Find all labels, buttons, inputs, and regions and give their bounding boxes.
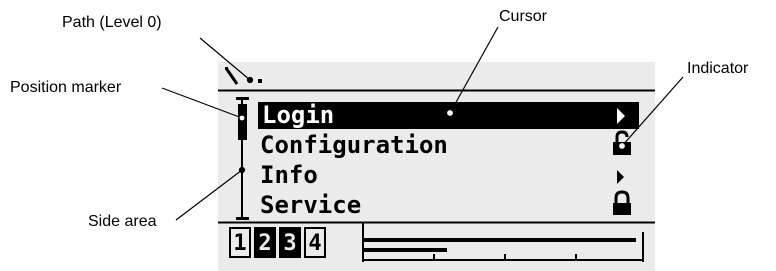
cursor-leader-line bbox=[449, 26, 499, 114]
scrollbar-bottom-cap bbox=[236, 217, 249, 220]
position-marker bbox=[238, 104, 247, 140]
path-level-dot bbox=[258, 79, 262, 83]
hmi-menu-diagram: Path (Level 0) Cursor Indicator Position… bbox=[0, 0, 776, 271]
status-bar-gauge bbox=[362, 223, 644, 262]
indicator-leader-dot bbox=[617, 141, 627, 151]
diagram-overlay bbox=[161, 26, 684, 262]
path-display bbox=[224, 67, 262, 85]
indicator-leader-line bbox=[621, 76, 684, 147]
side-area-leader-line bbox=[175, 169, 243, 221]
scrollbar-top-cap bbox=[236, 97, 249, 100]
path-leader-dot bbox=[246, 76, 254, 84]
path-backslash-glyph bbox=[224, 67, 239, 85]
position-marker-leader-dot bbox=[238, 114, 246, 122]
cursor-leader-dot bbox=[445, 108, 455, 118]
arrow-right-icon bbox=[617, 108, 625, 124]
path-leader-line bbox=[199, 37, 251, 81]
lock-closed-icon bbox=[613, 190, 631, 215]
path-backslash-cap bbox=[225, 67, 228, 70]
side-area-leader-dot bbox=[238, 166, 246, 174]
arrow-right-icon bbox=[617, 170, 624, 184]
position-marker-leader-line bbox=[161, 87, 243, 119]
